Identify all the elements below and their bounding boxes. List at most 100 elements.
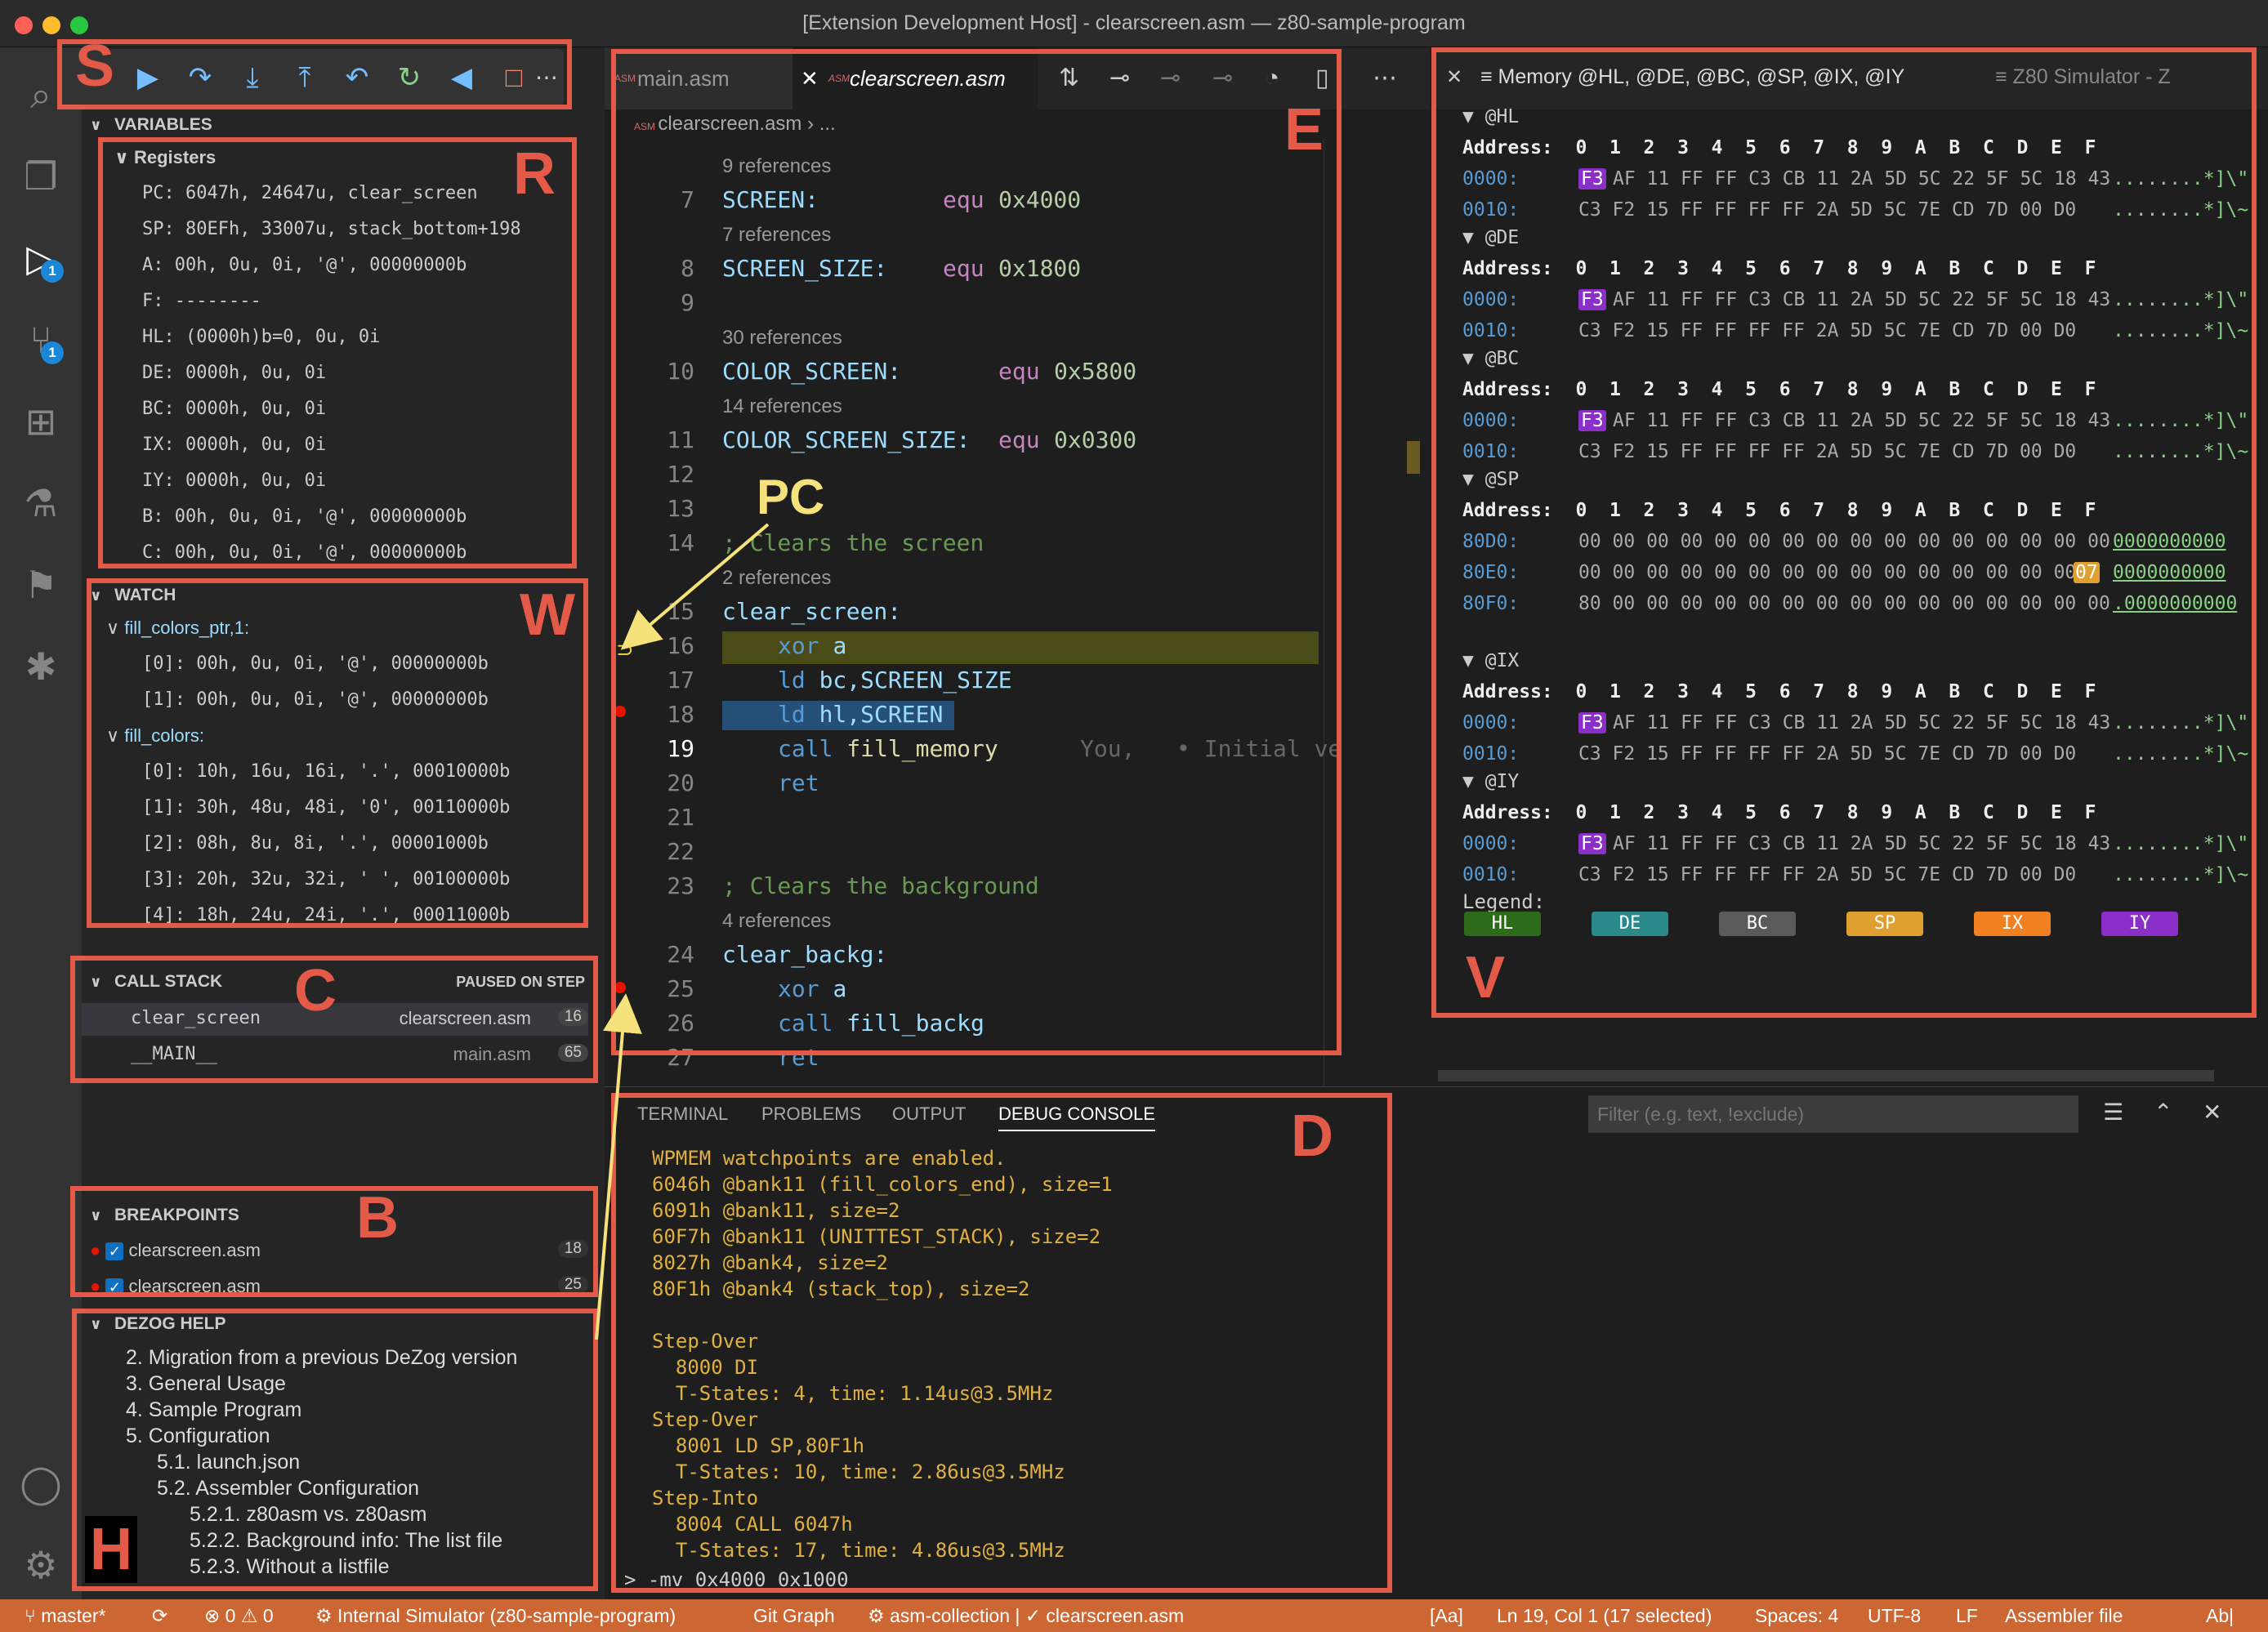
register-row[interactable]: IX: 0000h, 0u, 0i	[142, 435, 326, 455]
watch-row[interactable]: [4]: 18h, 24u, 24i, '.', 00011000b	[142, 905, 510, 925]
watch-row[interactable]: [0]: 00h, 0u, 0i, '@', 00000000b	[142, 653, 489, 674]
continue-icon[interactable]: ▶	[129, 59, 167, 96]
pointer-byte[interactable]: F3	[1578, 712, 1606, 734]
help-item[interactable]: 3. General Usage	[126, 1372, 286, 1396]
breakpoint-item[interactable]: ● ✓ clearscreen.asm 25	[90, 1276, 588, 1297]
register-row[interactable]: DE: 0000h, 0u, 0i	[142, 363, 326, 383]
memory-group-toggle[interactable]: ▼ @BC	[1462, 348, 1519, 369]
watch-expression[interactable]: ∨ fill_colors:	[106, 725, 204, 747]
more-actions-icon[interactable]: ⋯	[1373, 47, 1397, 109]
memory-bytes[interactable]: AF 11 FF FF C3 CB 11 2A 5D 5C 22 5F 5C 1…	[1613, 833, 2110, 854]
testing-icon[interactable]: ⚗	[18, 480, 64, 526]
breadcrumb[interactable]: ASM clearscreen.asm › ...	[634, 113, 836, 136]
help-item[interactable]: 5.2.3. Without a listfile	[190, 1555, 390, 1579]
callstack-header[interactable]: ∨ CALL STACK PAUSED ON STEP	[82, 966, 605, 997]
breakpoint-checkbox[interactable]: ✓	[105, 1278, 124, 1296]
tab-clearscreen-asm[interactable]: ✕ ASM clearscreen.asm	[792, 47, 1038, 109]
memory-group-toggle[interactable]: ▼ @SP	[1462, 469, 1519, 490]
pointer-byte[interactable]: F3	[1578, 833, 1606, 854]
extensions-icon[interactable]: ⊞	[18, 399, 64, 444]
tab-z80-simulator[interactable]: ≡ Z80 Simulator - Z	[1995, 65, 2171, 89]
close-panel-icon[interactable]: ✕	[2203, 1099, 2221, 1126]
watch-row[interactable]: [0]: 10h, 16u, 16i, '.', 00010000b	[142, 761, 510, 782]
memory-group-toggle[interactable]: ▼ @IY	[1462, 771, 1519, 792]
git-commit-icon[interactable]: ⊸	[1109, 47, 1130, 109]
breakpoint-checkbox[interactable]: ✓	[105, 1242, 124, 1260]
settings-gear-icon[interactable]: ⚙	[18, 1542, 64, 1588]
help-item[interactable]: 5.1. launch.json	[157, 1451, 300, 1474]
step-over-icon[interactable]: ↷	[181, 59, 219, 96]
search-icon[interactable]: ⌕	[18, 72, 64, 118]
memory-group-toggle[interactable]: ▼ @HL	[1462, 106, 1519, 127]
memory-bytes[interactable]: C3 F2 15 FF FF FF FF 2A 5D 5C 7E CD 7D 0…	[1578, 743, 2076, 765]
help-item[interactable]: 5. Configuration	[126, 1425, 270, 1448]
compare-icon[interactable]: ⇅	[1059, 47, 1079, 109]
restart-icon[interactable]: ↻	[391, 59, 428, 96]
help-item[interactable]: 4. Sample Program	[126, 1398, 301, 1422]
variables-header[interactable]: ∨ VARIABLES	[82, 109, 605, 140]
minimap[interactable]	[1324, 139, 1413, 1086]
help-item[interactable]: 5.2.2. Background info: The list file	[190, 1529, 502, 1553]
git-prev-icon[interactable]: ⊸	[1160, 47, 1181, 109]
spell-indicator[interactable]: Ab|	[2206, 1599, 2234, 1632]
register-row[interactable]: HL: (0000h)b=0, 0u, 0i	[142, 327, 380, 347]
registers-group[interactable]: ∨ Registers	[114, 147, 216, 168]
pointer-byte[interactable]: F3	[1578, 168, 1606, 190]
pointer-byte[interactable]: F3	[1578, 289, 1606, 310]
help-item[interactable]: 5.2.1. z80asm vs. z80asm	[190, 1503, 426, 1527]
register-row[interactable]: A: 00h, 0u, 0i, '@', 00000000b	[142, 255, 467, 275]
line-ending[interactable]: LF	[1956, 1599, 1978, 1632]
memory-bytes[interactable]: AF 11 FF FF C3 CB 11 2A 5D 5C 22 5F 5C 1…	[1613, 289, 2110, 310]
memory-bytes[interactable]: 00 00 00 00 00 00 00 00 00 00 00 00 00 0…	[1578, 562, 2076, 583]
account-icon[interactable]: ◯	[18, 1460, 64, 1506]
tab-output[interactable]: OUTPUT	[892, 1104, 966, 1125]
register-row[interactable]: F: --------	[142, 291, 261, 311]
console-input[interactable]: > -mv 0x4000 0x1000	[624, 1568, 849, 1591]
code-lens[interactable]: 9 references	[722, 155, 831, 178]
sp-highlight-byte[interactable]: 07	[2074, 562, 2100, 583]
register-row[interactable]: C: 00h, 0u, 0i, '@', 00000000b	[142, 542, 467, 563]
watch-expression[interactable]: ∨ fill_colors_ptr,1:	[106, 618, 249, 639]
code-lens[interactable]: 14 references	[722, 395, 842, 418]
code-lens[interactable]: 30 references	[722, 327, 842, 350]
memory-bytes[interactable]: 80 00 00 00 00 00 00 00 00 00 00 00 00 0…	[1578, 593, 2110, 614]
memory-bytes[interactable]: C3 F2 15 FF FF FF FF 2A 5D 5C 7E CD 7D 0…	[1578, 199, 2076, 221]
tab-main-asm[interactable]: ASM main.asm	[605, 47, 792, 109]
more-icon[interactable]: ⋯	[528, 59, 565, 96]
case-toggle[interactable]: [Aa]	[1430, 1599, 1463, 1632]
register-row[interactable]: IY: 0000h, 0u, 0i	[142, 470, 326, 491]
cursor-position[interactable]: Ln 19, Col 1 (17 selected)	[1497, 1599, 1712, 1632]
debug-target[interactable]: ⚙ Internal Simulator (z80-sample-program…	[315, 1599, 676, 1632]
branch-indicator[interactable]: ⑂ master*	[25, 1599, 105, 1632]
watch-row[interactable]: [1]: 30h, 48u, 48i, '0', 00110000b	[142, 797, 510, 818]
sync-icon[interactable]: ⟳	[152, 1599, 167, 1632]
dezog-help-header[interactable]: ∨ DEZOG HELP	[82, 1309, 605, 1340]
register-row[interactable]: B: 00h, 0u, 0i, '@', 00000000b	[142, 506, 467, 527]
todo-icon[interactable]: ✱	[18, 644, 64, 689]
register-row[interactable]: SP: 80EFh, 33007u, stack_bottom+198	[142, 219, 521, 239]
register-row[interactable]: BC: 0000h, 0u, 0i	[142, 399, 326, 419]
memory-bytes[interactable]: 00 00 00 00 00 00 00 00 00 00 00 00 00 0…	[1578, 531, 2110, 552]
breakpoints-header[interactable]: ∨ BREAKPOINTS	[82, 1200, 605, 1231]
reverse-continue-icon[interactable]: ◀	[443, 59, 480, 96]
memory-bytes[interactable]: C3 F2 15 FF FF FF FF 2A 5D 5C 7E CD 7D 0…	[1578, 864, 2076, 885]
tab-memory[interactable]: ≡ Memory @HL, @DE, @BC, @SP, @IX, @IY	[1480, 65, 1904, 89]
memory-bytes[interactable]: AF 11 FF FF C3 CB 11 2A 5D 5C 22 5F 5C 1…	[1613, 410, 2110, 431]
run-debug-icon[interactable]: ▷ 1	[18, 235, 64, 283]
clear-console-icon[interactable]: ☰	[2103, 1099, 2123, 1126]
step-out-icon[interactable]: ⤒	[286, 59, 324, 96]
callstack-frame[interactable]: __MAIN__ main.asm 65	[82, 1039, 588, 1072]
step-back-icon[interactable]: ↶	[338, 59, 376, 96]
close-icon[interactable]: ✕	[1446, 65, 1462, 89]
step-into-icon[interactable]: ⤓	[234, 59, 271, 96]
watch-row[interactable]: [1]: 00h, 0u, 0i, '@', 00000000b	[142, 689, 489, 710]
maximize-panel-icon[interactable]: ⌃	[2154, 1099, 2172, 1126]
memory-bytes[interactable]: AF 11 FF FF C3 CB 11 2A 5D 5C 22 5F 5C 1…	[1613, 168, 2110, 190]
register-row[interactable]: PC: 6047h, 24647u, clear_screen	[142, 183, 478, 203]
encoding[interactable]: UTF-8	[1868, 1599, 1921, 1632]
memory-bytes[interactable]: C3 F2 15 FF FF FF FF 2A 5D 5C 7E CD 7D 0…	[1578, 441, 2076, 462]
tab-debug-console[interactable]: DEBUG CONSOLE	[998, 1104, 1155, 1131]
watch-row[interactable]: [3]: 20h, 32u, 32i, ' ', 00100000b	[142, 869, 510, 890]
explorer-icon[interactable]: ❐	[18, 154, 64, 199]
source-control-icon[interactable]: ⑂ 1	[18, 317, 64, 364]
